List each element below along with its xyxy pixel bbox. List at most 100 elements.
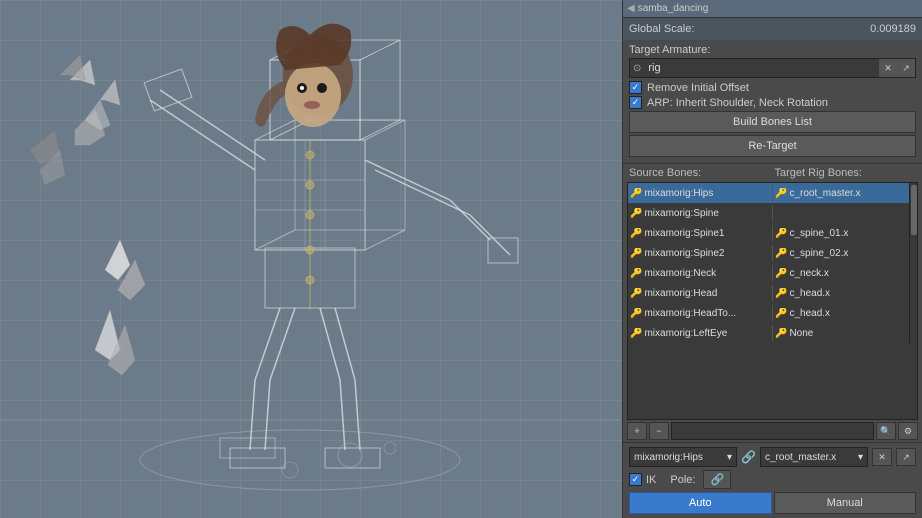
bone-row-divider: [772, 245, 773, 261]
bone-target-icon: 🔑: [775, 288, 787, 299]
link-icon: 🔗: [741, 450, 756, 464]
bone-target-cell: 🔑 c_head.x: [775, 308, 915, 319]
bone-target-cell: 🔑 c_spine_01.x: [775, 228, 915, 239]
bone-target-cell: 🔑 c_neck.x: [775, 268, 915, 279]
bone-row[interactable]: 🔑 mixamorig:Spine1 🔑 c_spine_01.x: [628, 223, 917, 243]
remove-bone-button[interactable]: −: [649, 422, 669, 440]
bone-target-icon: 🔑: [775, 308, 787, 319]
bone-row[interactable]: 🔑 mixamorig:LeftEye 🔑 None: [628, 323, 917, 343]
bone-row-divider: [772, 185, 773, 201]
remove-offset-row[interactable]: Remove Initial Offset: [629, 81, 916, 94]
viewport-3d[interactable]: [0, 0, 622, 518]
scrollbar-thumb[interactable]: [911, 185, 917, 235]
bone-source-icon: 🔑: [630, 288, 642, 299]
bottom-selectors-row: mixamorig:Hips ▾ 🔗 c_root_master.x ▾ ✕ ↗: [629, 447, 916, 467]
search-icon-button[interactable]: 🔍: [876, 422, 896, 440]
bone-source-icon: 🔑: [630, 328, 642, 339]
rig-text-input[interactable]: [644, 60, 879, 76]
source-bone-dropdown[interactable]: mixamorig:Hips ▾: [629, 447, 737, 467]
build-bones-button[interactable]: Build Bones List: [629, 111, 916, 133]
target-bone-value: c_root_master.x: [765, 452, 836, 463]
bottom-clear-button[interactable]: ✕: [872, 448, 892, 466]
bone-target-name: c_head.x: [789, 288, 830, 299]
manual-button[interactable]: Manual: [774, 492, 917, 514]
bone-row-divider: [772, 225, 773, 241]
bone-source-icon: 🔑: [630, 208, 642, 219]
strip-animation-name: samba_dancing: [638, 3, 709, 14]
bone-target-name: None: [789, 328, 813, 339]
bone-source-name: mixamorig:Neck: [644, 268, 716, 279]
target-armature-section: Target Armature: ⊙ ✕ ↗ Remove Initial Of…: [623, 40, 922, 164]
bone-source-name: mixamorig:LeftEye: [644, 328, 727, 339]
bone-target-name: c_root_master.x: [789, 188, 860, 199]
bone-source-icon: 🔑: [630, 248, 642, 259]
bones-list[interactable]: 🔑 mixamorig:Hips 🔑 c_root_master.x 🔑 mix…: [627, 182, 918, 420]
bone-source-icon: 🔑: [630, 308, 642, 319]
arp-inherit-checkbox[interactable]: [629, 96, 642, 109]
bone-search-bar[interactable]: [671, 422, 874, 440]
global-scale-row: Global Scale: 0.009189: [623, 18, 922, 40]
bone-target-name: c_spine_02.x: [789, 248, 848, 259]
auto-button[interactable]: Auto: [629, 492, 772, 514]
pole-label: Pole:: [670, 474, 695, 486]
viewport-grid: [0, 0, 622, 518]
bone-target-cell: 🔑 c_spine_02.x: [775, 248, 915, 259]
bone-row-divider: [772, 325, 773, 341]
bone-row[interactable]: 🔑 mixamorig:Head 🔑 c_head.x: [628, 283, 917, 303]
source-bones-header: Source Bones:: [629, 167, 771, 179]
bone-row[interactable]: 🔑 mixamorig:Neck 🔑 c_neck.x: [628, 263, 917, 283]
top-strip[interactable]: ◀ samba_dancing: [623, 0, 922, 18]
pole-link-button[interactable]: 🔗: [703, 470, 731, 489]
auto-manual-row: Auto Manual: [629, 492, 916, 514]
bone-source-cell: 🔑 mixamorig:Neck: [630, 268, 770, 279]
bone-target-icon: 🔑: [775, 248, 787, 259]
bone-row[interactable]: 🔑 mixamorig:Spine2 🔑 c_spine_02.x: [628, 243, 917, 263]
remove-offset-checkbox[interactable]: [629, 81, 642, 94]
bone-source-name: mixamorig:Spine1: [644, 228, 724, 239]
bone-target-icon: 🔑: [775, 228, 787, 239]
rig-input-row: ⊙ ✕ ↗: [629, 58, 916, 78]
bone-source-cell: 🔑 mixamorig:LeftEye: [630, 328, 770, 339]
bone-row[interactable]: 🔑 mixamorig:HeadTo... 🔑 c_head.x: [628, 303, 917, 323]
rig-browse-button[interactable]: ↗: [897, 59, 915, 77]
add-bone-button[interactable]: +: [627, 422, 647, 440]
target-bone-dropdown[interactable]: c_root_master.x ▾: [760, 447, 868, 467]
ik-label: IK: [646, 474, 656, 486]
bone-source-name: mixamorig:Head: [644, 288, 717, 299]
bones-list-header: Source Bones: Target Rig Bones:: [623, 164, 922, 182]
bone-row-divider: [772, 305, 773, 321]
scrollbar[interactable]: [909, 183, 917, 343]
bone-row[interactable]: 🔑 mixamorig:Hips 🔑 c_root_master.x: [628, 183, 917, 203]
bone-source-name: mixamorig:Spine: [644, 208, 718, 219]
bone-target-icon: 🔑: [775, 188, 787, 199]
bone-target-name: c_neck.x: [789, 268, 828, 279]
bone-target-icon: 🔑: [775, 268, 787, 279]
bone-source-cell: 🔑 mixamorig:HeadTo...: [630, 308, 770, 319]
target-armature-label: Target Armature:: [629, 44, 710, 56]
target-bones-header: Target Rig Bones:: [775, 167, 917, 179]
arp-inherit-row[interactable]: ARP: Inherit Shoulder, Neck Rotation: [629, 96, 916, 109]
bone-row[interactable]: 🔑 mixamorig:Spine: [628, 203, 917, 223]
bones-list-controls: + − 🔍 ⚙: [623, 420, 922, 442]
global-scale-value[interactable]: 0.009189: [870, 23, 916, 35]
retarget-button[interactable]: Re-Target: [629, 135, 916, 157]
bone-target-icon: 🔑: [775, 328, 787, 339]
bone-source-icon: 🔑: [630, 188, 642, 199]
remove-offset-label: Remove Initial Offset: [647, 82, 749, 94]
bone-source-cell: 🔑 mixamorig:Spine1: [630, 228, 770, 239]
bone-source-icon: 🔑: [630, 228, 642, 239]
strip-arrow-icon: ◀: [627, 3, 635, 14]
rig-clear-button[interactable]: ✕: [879, 59, 897, 77]
bottom-browse-button[interactable]: ↗: [896, 448, 916, 466]
bone-target-cell: 🔑 c_root_master.x: [775, 188, 915, 199]
bone-target-cell: 🔑 None: [775, 328, 915, 339]
bone-source-name: mixamorig:Spine2: [644, 248, 724, 259]
rig-input-field[interactable]: ⊙ ✕ ↗: [629, 58, 916, 78]
right-panel: ◀ samba_dancing Global Scale: 0.009189 T…: [622, 0, 922, 518]
source-dropdown-arrow: ▾: [727, 452, 732, 463]
ik-checkbox[interactable]: [629, 473, 642, 486]
settings-icon-button[interactable]: ⚙: [898, 422, 918, 440]
source-bone-value: mixamorig:Hips: [634, 452, 703, 463]
bone-source-icon: 🔑: [630, 268, 642, 279]
bone-source-cell: 🔑 mixamorig:Spine2: [630, 248, 770, 259]
